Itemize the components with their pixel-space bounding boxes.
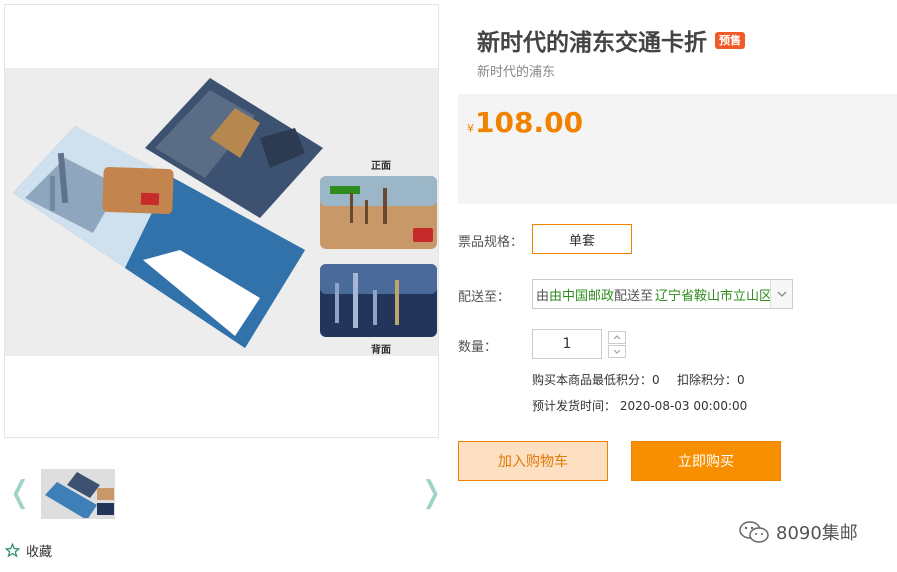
price: ¥ 108.00 [467, 106, 583, 139]
shipping-carrier: 由中国邮政 [549, 288, 615, 304]
presale-badge: 预售 [715, 31, 745, 49]
product-title-row: 新时代的浦东交通卡折 预售 [477, 23, 745, 57]
favorite-label: 收藏 [26, 545, 53, 560]
quantity-increment-icon[interactable] [608, 331, 626, 344]
watermark: 8090集邮 [738, 519, 858, 545]
shipping-select[interactable]: 由由中国邮政 配送至 辽宁省鞍山市立山区 [532, 279, 793, 309]
watermark-text: 8090集邮 [776, 523, 858, 544]
spec-label: 票品规格： [458, 235, 524, 250]
thumbnail-image[interactable] [41, 469, 115, 519]
product-title: 新时代的浦东交通卡折 [477, 30, 707, 56]
quantity-label: 数量： [458, 340, 498, 355]
product-image [5, 68, 438, 356]
ship-date-text: 预计发货时间： 2020-08-03 00:00:00 [532, 399, 748, 413]
product-image-frame[interactable]: 正面 背面 [4, 4, 439, 438]
thumb-prev-arrow-icon[interactable]: ❬ [7, 478, 32, 508]
quantity-input[interactable]: 1 [532, 329, 602, 359]
label-front: 正面 [371, 161, 391, 172]
product-subtitle: 新时代的浦东 [477, 65, 556, 80]
wechat-icon [739, 521, 769, 543]
chevron-down-icon[interactable] [770, 280, 792, 308]
min-points-text: 购买本商品最低积分：0 [532, 373, 660, 387]
price-box: ¥ 108.00 [458, 94, 897, 204]
thumbnail-illustration [45, 472, 114, 518]
spec-option-button[interactable]: 单套 [532, 224, 632, 254]
quantity-decrement-icon[interactable] [608, 345, 626, 358]
shipping-prefix: 由 [536, 288, 550, 304]
deduct-points-text: 扣除积分：0 [677, 373, 745, 387]
shipping-deliver-to: 配送至 [614, 288, 654, 304]
add-to-cart-button[interactable]: 加入购物车 [458, 441, 608, 481]
product-illustration [13, 78, 437, 348]
shipping-label: 配送至： [458, 290, 511, 305]
thumb-next-arrow-icon[interactable]: ❭ [419, 478, 444, 508]
buy-now-button[interactable]: 立即购买 [631, 441, 781, 481]
favorite-button[interactable]: 收藏 [5, 541, 52, 560]
shipping-location: 辽宁省鞍山市立山区 [655, 288, 773, 304]
label-back: 背面 [371, 345, 391, 356]
price-amount: 108.00 [475, 106, 584, 139]
star-outline-icon [5, 543, 20, 558]
currency-symbol: ¥ [467, 122, 474, 135]
